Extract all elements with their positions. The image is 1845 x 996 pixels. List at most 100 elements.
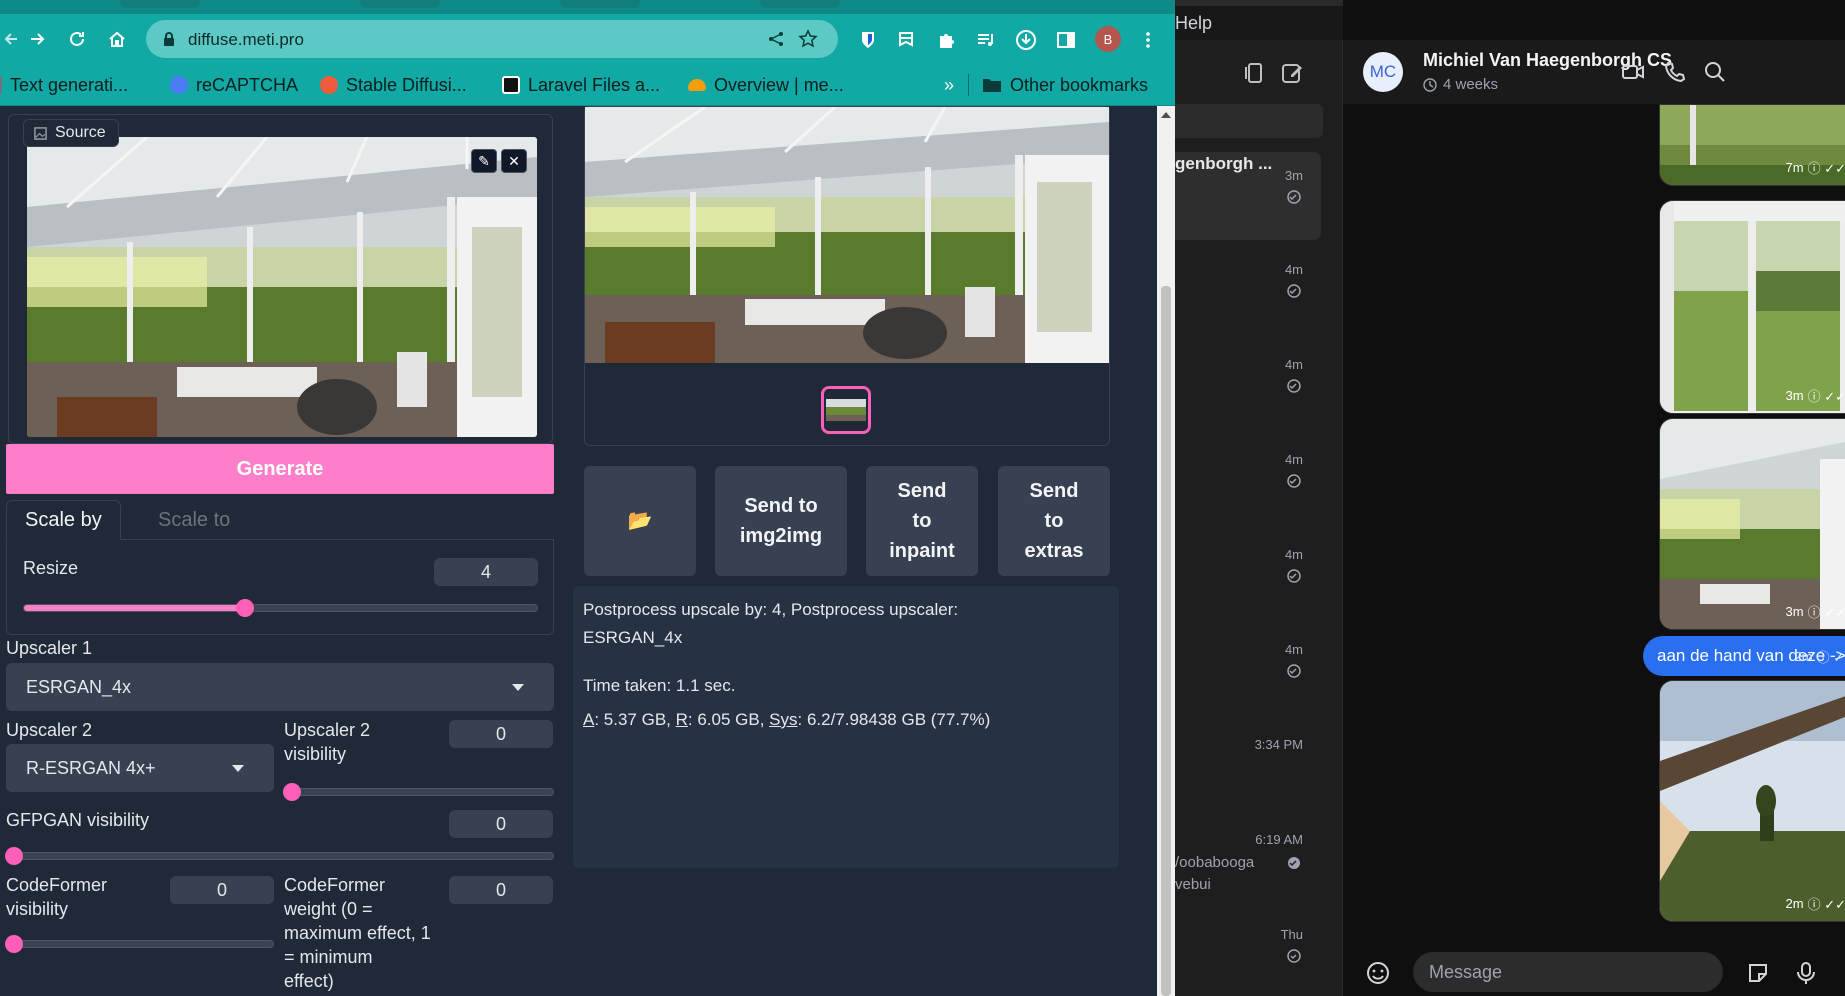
image-message[interactable]: 3m ⓘ ✓✓ — [1659, 418, 1845, 630]
chat-list-item-active[interactable]: genborgh ... 3m — [1175, 152, 1321, 240]
image-message[interactable]: 3m ⓘ ✓✓ — [1659, 200, 1845, 414]
sticker-icon[interactable] — [1745, 960, 1771, 986]
gfpgan-visibility-input[interactable]: 0 — [449, 810, 553, 838]
upscaler2-visibility-slider[interactable] — [283, 783, 554, 801]
upscaler2-visibility-input[interactable]: 0 — [449, 720, 553, 748]
phone-icon[interactable] — [1663, 60, 1687, 84]
chat-time: 3m — [1284, 168, 1303, 183]
message-timestamp: 3m ⓘ ✓✓ — [1785, 604, 1845, 620]
generate-button[interactable]: Generate — [6, 444, 554, 494]
chat-list-item[interactable]: Thu — [1175, 917, 1321, 977]
share-icon[interactable] — [766, 29, 786, 49]
open-folder-button[interactable]: 📂 — [584, 466, 696, 576]
profile-avatar[interactable]: B — [1095, 26, 1121, 52]
chat-list-item[interactable]: 4m — [1175, 537, 1321, 597]
send-to-img2img-button[interactable]: Send to img2img — [715, 466, 847, 576]
slider-handle[interactable] — [283, 783, 301, 801]
resize-number-input[interactable]: 4 — [434, 558, 538, 586]
chat-list-item[interactable]: 4m — [1175, 442, 1321, 502]
bookmark-label: Text generati... — [10, 74, 129, 95]
slider-handle[interactable] — [5, 847, 23, 865]
bookmark-label: Laravel Files a... — [528, 74, 661, 95]
url-text: diffuse.meti.pro — [188, 30, 304, 49]
bitwarden-icon[interactable] — [856, 28, 880, 52]
scrollbar-thumb[interactable] — [1161, 286, 1171, 996]
browser-tab[interactable] — [560, 0, 640, 8]
download-icon[interactable] — [1014, 28, 1038, 52]
label-line: Upscaler 2 — [284, 720, 371, 740]
time-text: 3m — [1785, 604, 1804, 619]
page-scrollbar[interactable] — [1157, 106, 1175, 996]
codeformer-visibility-slider[interactable] — [5, 935, 274, 953]
time-text: 2m — [1785, 896, 1804, 911]
slider-handle[interactable] — [5, 935, 23, 953]
video-call-icon[interactable] — [1621, 60, 1645, 84]
browser-tab[interactable] — [760, 0, 840, 8]
bookmark-item[interactable]: Overview | me... — [688, 74, 844, 96]
image-message[interactable]: 2m ⓘ ✓✓ — [1659, 680, 1845, 922]
result-thumbnail[interactable] — [821, 386, 871, 434]
back-arrow-icon[interactable] — [0, 26, 26, 52]
label-line: CodeFormer — [284, 875, 386, 895]
close-icon[interactable]: ✕ — [501, 149, 527, 173]
chat-list-item[interactable]: 6:19 AM /oobabooga vebui — [1175, 822, 1321, 893]
button-line: inpaint — [889, 540, 955, 562]
image-message[interactable]: 7m ⓘ ✓✓ — [1659, 104, 1845, 186]
chat-search[interactable] — [1175, 104, 1323, 138]
bookmark-item[interactable]: Laravel Files a... — [502, 74, 660, 96]
kebab-menu-icon[interactable] — [1136, 28, 1160, 52]
upscaler2-select[interactable]: R-ESRGAN 4x+ — [6, 744, 274, 792]
address-bar[interactable]: diffuse.meti.pro — [146, 20, 838, 58]
info-line: ESRGAN_4x — [583, 628, 683, 647]
playlist-icon[interactable] — [974, 28, 998, 52]
chat-list-item[interactable]: 4m — [1175, 347, 1321, 407]
text-message[interactable]: aan de hand van deze -> 2m ⓘ ✓✓ — [1643, 636, 1845, 676]
chat-list-item[interactable]: 3:34 PM — [1175, 727, 1321, 787]
microphone-icon[interactable] — [1793, 960, 1819, 986]
other-bookmarks-folder[interactable]: Other bookmarks — [982, 74, 1148, 96]
chat-list-item[interactable]: 4m — [1175, 252, 1321, 312]
resize-slider[interactable] — [23, 599, 538, 617]
forward-arrow-icon[interactable] — [24, 26, 50, 52]
edit-icon[interactable]: ✎ — [471, 149, 497, 173]
status-text: 4 weeks — [1443, 76, 1499, 93]
tab-scale-to[interactable]: Scale to — [140, 500, 248, 540]
chat-list-item[interactable]: 4m — [1175, 632, 1321, 692]
upscaler1-select[interactable]: ESRGAN_4x — [6, 663, 554, 711]
home-icon[interactable] — [104, 26, 130, 52]
tab-scale-by[interactable]: Scale by — [6, 500, 121, 540]
reload-icon[interactable] — [64, 26, 90, 52]
gfpgan-visibility-slider[interactable] — [5, 847, 554, 865]
menu-help[interactable]: Help — [1175, 13, 1212, 34]
avatar[interactable]: MC — [1363, 52, 1403, 92]
search-icon[interactable] — [1703, 60, 1727, 84]
bookmark-item[interactable]: Text generati... — [0, 74, 128, 96]
star-icon[interactable] — [798, 29, 818, 49]
time-text: 2m — [1794, 649, 1813, 664]
bookmark-label: Stable Diffusi... — [346, 74, 467, 95]
browser-toolbar: diffuse.meti.pro B — [0, 14, 1175, 64]
emoji-icon[interactable] — [1365, 960, 1391, 986]
codeformer-visibility-input[interactable]: 0 — [170, 876, 274, 904]
side-panel-icon[interactable] — [1054, 28, 1078, 52]
browser-tab[interactable] — [120, 0, 200, 8]
source-image-panel[interactable]: Source ✎ ✕ — [8, 114, 553, 444]
browser-window: diffuse.meti.pro B Text generati... reCA… — [0, 0, 1175, 996]
resize-slider-handle[interactable] — [235, 599, 254, 617]
scroll-up-icon[interactable] — [1161, 112, 1171, 118]
send-to-extras-button[interactable]: Send to extras — [998, 466, 1110, 576]
bookmark-item[interactable]: reCAPTCHA — [170, 74, 298, 96]
bookmarks-overflow-button[interactable]: » — [944, 74, 954, 96]
result-image[interactable] — [585, 107, 1109, 363]
send-to-inpaint-button[interactable]: Send to inpaint — [866, 466, 978, 576]
compose-icon[interactable] — [1280, 60, 1306, 86]
stories-icon[interactable] — [1242, 60, 1268, 86]
codeformer-weight-input[interactable]: 0 — [449, 876, 553, 904]
extensions-puzzle-icon[interactable] — [934, 28, 958, 52]
browser-tab[interactable] — [360, 0, 440, 8]
message-input[interactable]: Message — [1413, 952, 1723, 992]
bookmark-item[interactable]: Stable Diffusi... — [320, 74, 467, 96]
upscaler2-visibility-label: Upscaler 2 visibility — [284, 718, 370, 766]
message-timestamp: 3m ⓘ ✓✓ — [1785, 388, 1845, 404]
reader-icon[interactable] — [894, 28, 918, 52]
